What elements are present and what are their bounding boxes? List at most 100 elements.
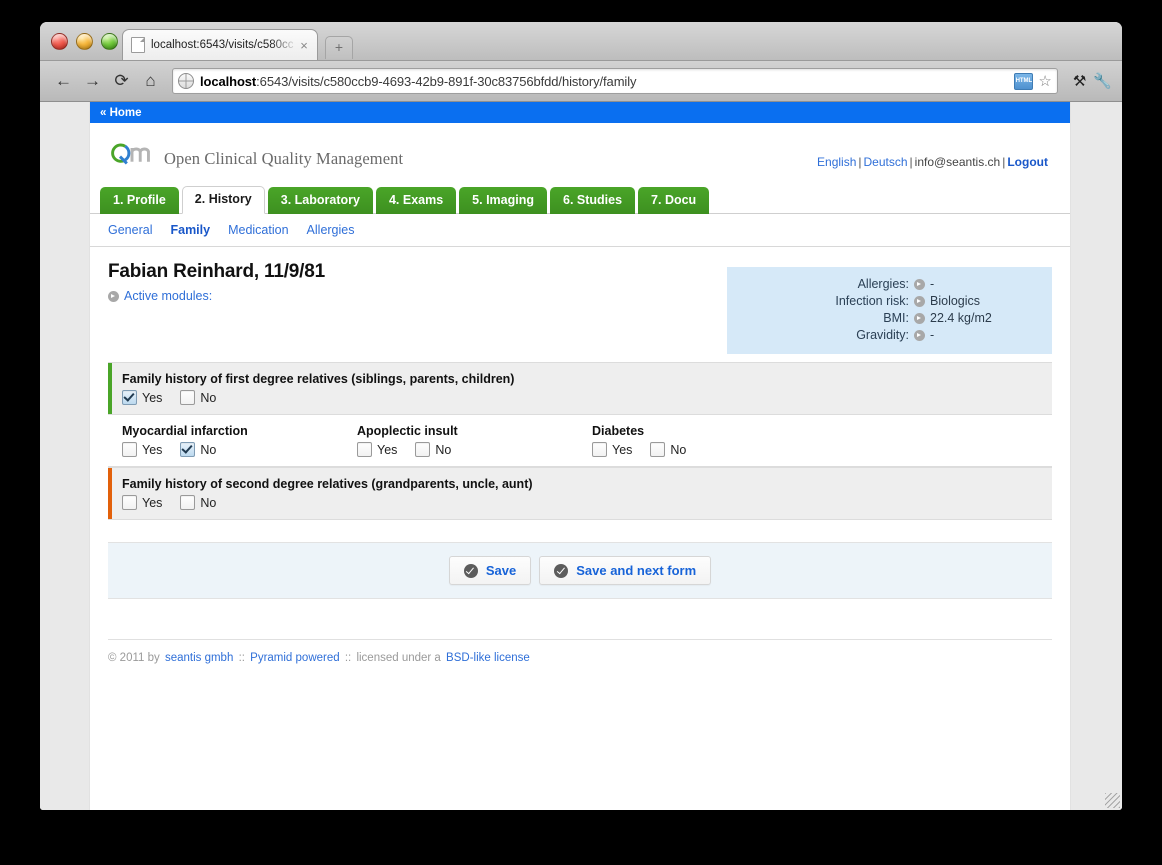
close-window-button[interactable]: [51, 33, 68, 50]
tab-exams[interactable]: 4. Exams: [376, 187, 456, 214]
browser-tabstrip: localhost:6543/visits/c580cc × +: [40, 22, 1122, 61]
checkbox-apoplectic-yes[interactable]: Yes: [357, 442, 397, 457]
section-accent-bar-orange: [108, 468, 112, 519]
settings-wrench-icon[interactable]: 🔧: [1093, 74, 1112, 89]
home-icon[interactable]: ⌂: [137, 68, 164, 94]
extension-wrench-icon[interactable]: ⚒: [1073, 74, 1086, 89]
info-row-allergies: Allergies: -: [737, 276, 1026, 293]
info-label-bmi: BMI:: [883, 310, 909, 327]
forward-icon[interactable]: →: [79, 68, 106, 94]
condition-title: Apoplectic insult: [357, 424, 592, 438]
checkbox-box[interactable]: [122, 390, 137, 405]
section-accent-bar-green: [108, 363, 112, 414]
address-bar[interactable]: localhost:6543/visits/c580ccb9-4693-42b9…: [172, 68, 1058, 94]
checkbox-label: No: [200, 391, 216, 405]
checkbox-box[interactable]: [415, 442, 430, 457]
bookmark-star-icon[interactable]: ☆: [1038, 74, 1051, 89]
checkbox-second-degree-no[interactable]: No: [180, 495, 216, 510]
checkbox-label: Yes: [142, 496, 162, 510]
checkbox-label: No: [670, 443, 686, 457]
section-second-degree-relatives: Family history of second degree relative…: [108, 467, 1052, 520]
checkbox-box[interactable]: [122, 495, 137, 510]
tab-docu[interactable]: 7. Docu: [638, 187, 709, 214]
checkbox-diabetes-yes[interactable]: Yes: [592, 442, 632, 457]
tab-history[interactable]: 2. History: [182, 186, 265, 214]
checkbox-box[interactable]: [180, 390, 195, 405]
arrow-right-icon[interactable]: [914, 279, 925, 290]
info-label-gravidity: Gravidity:: [856, 327, 909, 344]
url-text: localhost:6543/visits/c580ccb9-4693-42b9…: [200, 74, 636, 89]
main-tab-bar: 1. Profile 2. History 3. Laboratory 4. E…: [90, 173, 1070, 214]
language-english-link[interactable]: English: [817, 155, 856, 169]
arrow-right-icon[interactable]: [914, 313, 925, 324]
save-button[interactable]: Save: [449, 556, 531, 585]
condition-options: Yes No: [357, 442, 592, 457]
checkbox-box[interactable]: [122, 442, 137, 457]
browser-tab[interactable]: localhost:6543/visits/c580cc ×: [122, 29, 318, 60]
tab-profile[interactable]: 1. Profile: [100, 187, 179, 214]
tab-laboratory[interactable]: 3. Laboratory: [268, 187, 373, 214]
info-row-infection-risk: Infection risk: Biologics: [737, 293, 1026, 310]
footer-licensed-text: licensed under a: [356, 652, 440, 664]
tab-studies[interactable]: 6. Studies: [550, 187, 635, 214]
checkbox-myocardial-yes[interactable]: Yes: [122, 442, 162, 457]
patient-name: Fabian Reinhard, 11/9/81: [108, 261, 727, 283]
checkbox-second-degree-yes[interactable]: Yes: [122, 495, 162, 510]
save-and-next-button[interactable]: Save and next form: [539, 556, 711, 585]
checkbox-diabetes-no[interactable]: No: [650, 442, 686, 457]
reload-icon[interactable]: ⟳: [108, 68, 135, 94]
active-modules-label: Active modules:: [124, 289, 212, 303]
checkbox-box[interactable]: [592, 442, 607, 457]
subnav-allergies[interactable]: Allergies: [307, 223, 355, 237]
section-first-degree-options: Yes No: [122, 390, 1052, 405]
subnav-family[interactable]: Family: [170, 223, 210, 237]
maximize-window-button[interactable]: [101, 33, 118, 50]
patient-info-box: Allergies: - Infection risk: Biologics B…: [727, 267, 1052, 354]
home-link[interactable]: « Home: [100, 107, 142, 119]
new-tab-button[interactable]: +: [325, 36, 353, 59]
browser-tab-title: localhost:6543/visits/c580cc: [151, 39, 297, 51]
condition-diabetes: Diabetes Yes No: [592, 424, 827, 457]
checkbox-label: No: [200, 496, 216, 510]
browser-window: localhost:6543/visits/c580cc × + ← → ⟳ ⌂…: [40, 22, 1122, 810]
checkbox-apoplectic-no[interactable]: No: [415, 442, 451, 457]
logout-link[interactable]: Logout: [1007, 155, 1048, 169]
subnav-general[interactable]: General: [108, 223, 152, 237]
checkbox-box[interactable]: [180, 442, 195, 457]
logo[interactable]: Open Clinical Quality Management: [108, 135, 403, 173]
qm-logo-icon: [108, 135, 156, 173]
site-header: Open Clinical Quality Management English…: [90, 123, 1070, 173]
page-bottom-spacer: [90, 664, 1070, 724]
language-deutsch-link[interactable]: Deutsch: [864, 155, 908, 169]
footer-pyramid-link[interactable]: Pyramid powered: [250, 652, 339, 664]
save-and-next-button-label: Save and next form: [576, 563, 696, 578]
back-icon[interactable]: ←: [50, 68, 77, 94]
section-first-degree-title: Family history of first degree relatives…: [122, 372, 1052, 386]
arrow-right-icon[interactable]: [914, 296, 925, 307]
minimize-window-button[interactable]: [76, 33, 93, 50]
condition-options: Yes No: [592, 442, 827, 457]
arrow-right-icon[interactable]: [914, 330, 925, 341]
window-controls: [51, 33, 118, 50]
info-value-bmi: 22.4 kg/m2: [930, 310, 1026, 327]
checkbox-first-degree-yes[interactable]: Yes: [122, 390, 162, 405]
active-modules-toggle[interactable]: Active modules:: [108, 289, 727, 303]
site-info-globe-icon: [178, 73, 194, 89]
checkbox-box[interactable]: [650, 442, 665, 457]
tab-imaging[interactable]: 5. Imaging: [459, 187, 547, 214]
condition-title: Diabetes: [592, 424, 827, 438]
checkbox-box[interactable]: [180, 495, 195, 510]
window-resize-grip[interactable]: [1105, 793, 1120, 808]
checkbox-myocardial-no[interactable]: No: [180, 442, 216, 457]
checkbox-label: Yes: [612, 443, 632, 457]
subnav-medication[interactable]: Medication: [228, 223, 288, 237]
close-tab-icon[interactable]: ×: [297, 39, 311, 52]
html5-badge-icon[interactable]: HTML: [1014, 73, 1033, 90]
checkbox-box[interactable]: [357, 442, 372, 457]
footer-separator-2: ::: [345, 652, 351, 664]
checkbox-first-degree-no[interactable]: No: [180, 390, 216, 405]
condition-apoplectic-insult: Apoplectic insult Yes No: [357, 424, 592, 457]
footer-license-link[interactable]: BSD-like license: [446, 652, 530, 664]
home-bar: « Home: [90, 102, 1070, 123]
footer-company-link[interactable]: seantis gmbh: [165, 652, 233, 664]
